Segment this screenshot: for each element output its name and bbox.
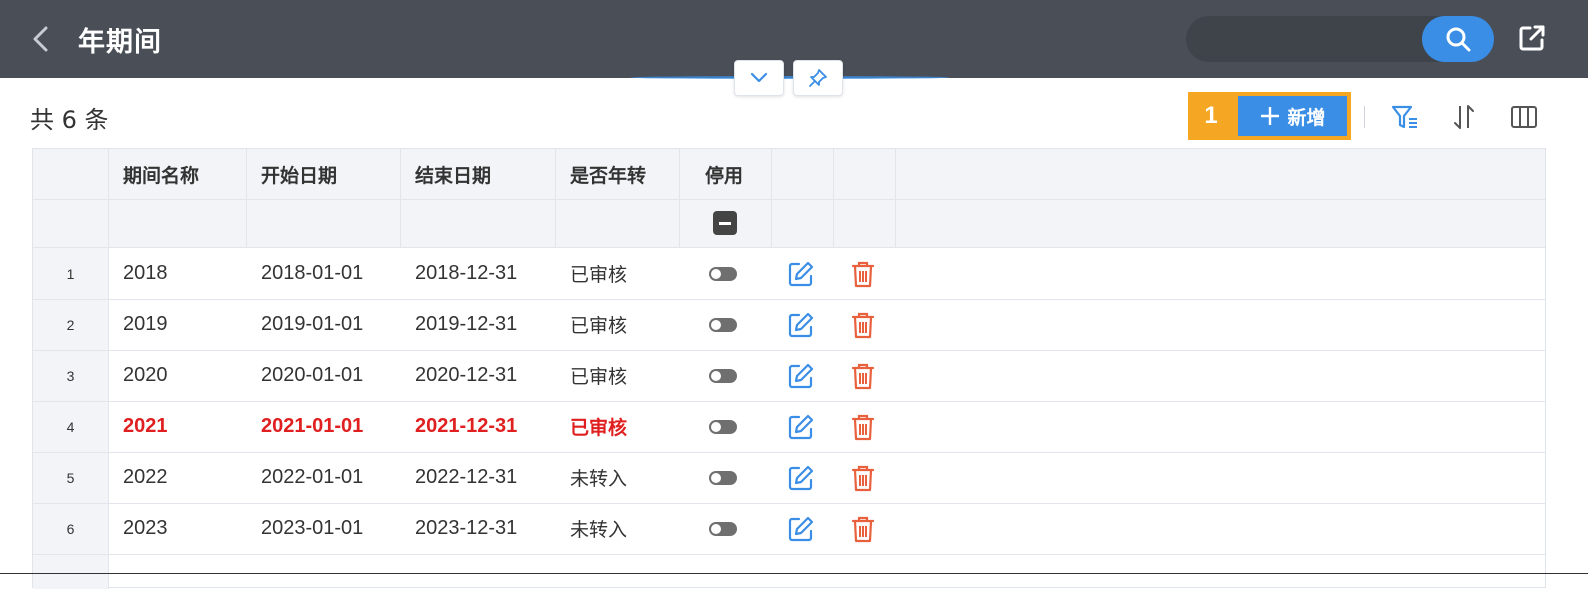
cell-year-transfer-status: 已审核 (570, 366, 628, 388)
row-number: 5 (66, 469, 75, 486)
cell-start-date: 2020-01-01 (261, 364, 364, 386)
delete-icon[interactable] (849, 260, 877, 288)
column-header-disabled[interactable]: 停用 (679, 149, 743, 199)
cell-period-name: 2023 (123, 517, 168, 539)
cell-year-transfer-status: 已审核 (570, 315, 628, 337)
cell-end-date: 2018-12-31 (415, 262, 518, 284)
row-number: 6 (66, 520, 75, 537)
add-button[interactable]: 新增 (1238, 96, 1347, 136)
row-number: 3 (66, 367, 75, 384)
filter-icon[interactable] (1388, 100, 1422, 134)
edit-icon[interactable] (787, 413, 815, 441)
disabled-toggle[interactable] (709, 522, 737, 536)
cell-start-date: 2022-01-01 (261, 466, 364, 488)
cell-end-date: 2023-12-31 (415, 517, 518, 539)
cell-start-date: 2019-01-01 (261, 313, 364, 335)
toolbar-divider (1364, 106, 1365, 128)
row-number: 1 (66, 265, 75, 282)
periods-table: 期间名称 开始日期 结束日期 是否年转 停用 1 2018 2018-01-01 20… (32, 148, 1546, 589)
disabled-toggle[interactable] (709, 369, 737, 383)
cell-year-transfer-status: 未转入 (570, 468, 628, 490)
cell-period-name: 2020 (123, 364, 168, 386)
sort-icon[interactable] (1447, 100, 1481, 134)
edit-icon[interactable] (787, 311, 815, 339)
disabled-toggle[interactable] (709, 420, 737, 434)
cell-year-transfer-status: 已审核 (570, 264, 628, 286)
cell-start-date: 2023-01-01 (261, 517, 364, 539)
delete-icon[interactable] (849, 464, 877, 492)
cell-period-name: 2022 (123, 466, 168, 488)
add-button-label: 新增 (1287, 106, 1326, 129)
cell-end-date: 2020-12-31 (415, 364, 518, 386)
chevron-left-icon[interactable] (26, 22, 56, 56)
cell-year-transfer-status: 已审核 (570, 417, 628, 439)
chevron-down-icon (750, 72, 768, 83)
column-header-name[interactable]: 期间名称 (108, 149, 199, 199)
cell-period-name: 2021 (123, 415, 168, 437)
pin-button[interactable] (793, 60, 843, 96)
column-header-year-transfer[interactable]: 是否年转 (555, 149, 646, 199)
column-header-start[interactable]: 开始日期 (246, 149, 337, 199)
cell-end-date: 2021-12-31 (415, 415, 518, 437)
edit-icon[interactable] (787, 362, 815, 390)
row-number: 4 (66, 418, 75, 435)
bottom-divider (0, 573, 1588, 574)
cell-start-date: 2021-01-01 (261, 415, 364, 437)
cell-end-date: 2022-12-31 (415, 466, 518, 488)
search-button[interactable] (1422, 16, 1494, 62)
edit-icon[interactable] (787, 260, 815, 288)
step-number-badge: 1 (1204, 102, 1218, 129)
edit-icon[interactable] (787, 464, 815, 492)
delete-icon[interactable] (849, 362, 877, 390)
disabled-toggle[interactable] (709, 318, 737, 332)
pin-icon (809, 69, 827, 87)
columns-icon[interactable] (1507, 100, 1541, 134)
delete-icon[interactable] (849, 311, 877, 339)
edit-icon[interactable] (787, 515, 815, 543)
delete-icon[interactable] (849, 515, 877, 543)
cell-year-transfer-status: 未转入 (570, 519, 628, 541)
cell-period-name: 2018 (123, 262, 168, 284)
collapse-button[interactable] (734, 60, 784, 96)
cell-period-name: 2019 (123, 313, 168, 335)
delete-icon[interactable] (849, 413, 877, 441)
search-input[interactable] (1196, 22, 1416, 56)
cell-start-date: 2018-01-01 (261, 262, 364, 284)
export-icon[interactable] (1516, 22, 1548, 54)
column-header-end[interactable]: 结束日期 (400, 149, 491, 199)
disabled-toggle[interactable] (709, 471, 737, 485)
search-icon (1446, 27, 1471, 52)
page-title: 年期间 (78, 27, 162, 58)
cell-end-date: 2019-12-31 (415, 313, 518, 335)
row-number: 2 (66, 316, 75, 333)
disabled-toggle[interactable] (709, 267, 737, 281)
disabled-filter-checkbox[interactable] (713, 211, 737, 235)
plus-icon (1261, 107, 1280, 125)
header-collapse-indicator (630, 76, 950, 79)
record-count: 共 6 条 (30, 106, 109, 134)
